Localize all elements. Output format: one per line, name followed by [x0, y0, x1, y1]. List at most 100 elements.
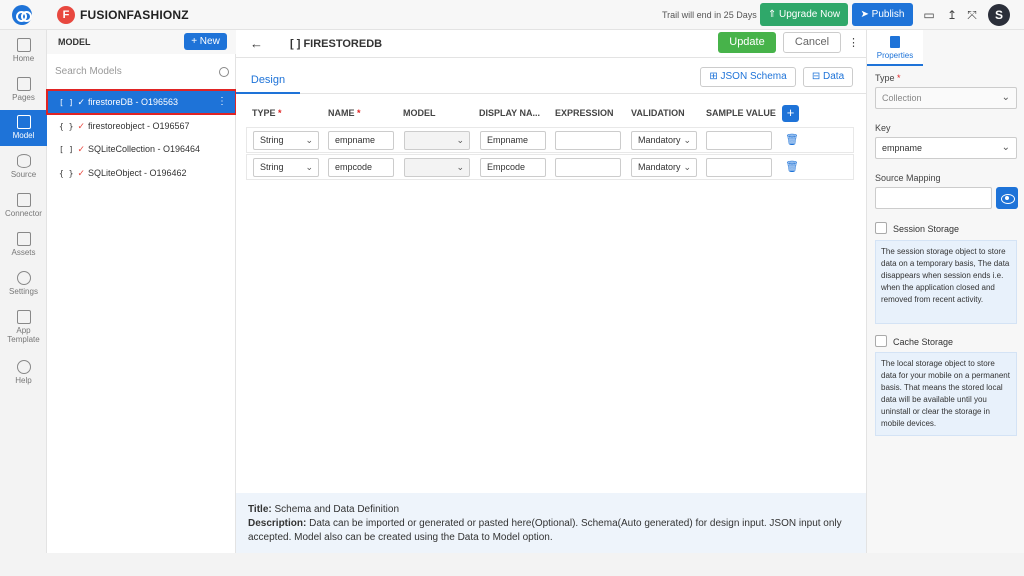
search-models-input[interactable]: Search Models — [55, 66, 229, 77]
new-model-button[interactable]: + New — [184, 33, 227, 50]
name-input[interactable]: empcode — [328, 158, 394, 177]
help-icon — [16, 360, 31, 374]
brand-badge: F — [57, 6, 75, 24]
settings-icon — [16, 271, 31, 285]
key-select[interactable]: empname ⌄ — [875, 137, 1017, 159]
model-icon — [16, 115, 31, 129]
more-options-icon[interactable]: ⋮ — [217, 91, 227, 113]
info-box: Title: Schema and Data Definition Descri… — [236, 493, 866, 553]
column-header-type: TYPE * — [252, 108, 282, 118]
expression-input[interactable] — [555, 131, 621, 150]
nav-item-home[interactable]: Home — [0, 38, 47, 68]
brand-name: FUSIONFASHIONZ — [80, 8, 189, 22]
chevron-down-icon: ⌄ — [305, 135, 313, 145]
app-logo-icon[interactable] — [12, 5, 32, 25]
nav-item-app-template[interactable]: App Template — [0, 310, 47, 350]
name-input[interactable]: empname — [328, 131, 394, 150]
model-select[interactable]: ⌄ — [404, 131, 470, 150]
cancel-button[interactable]: Cancel — [783, 32, 841, 53]
column-header-validation: VALIDATION — [631, 108, 685, 118]
model-item-label: firestoreobject - O196567 — [88, 121, 190, 131]
nav-label-source: Source — [10, 170, 37, 179]
nav-item-connector[interactable]: Connector — [0, 193, 47, 223]
object-icon: { } — [59, 169, 74, 178]
update-button[interactable]: Update — [718, 32, 776, 53]
delete-icon[interactable]: 🗑 — [785, 133, 799, 146]
model-item-firestoreobject[interactable]: { } ✓ firestoreobject - O196567 — [48, 115, 235, 137]
eye-icon[interactable] — [996, 187, 1018, 209]
chevron-down-icon: ⌄ — [683, 162, 691, 172]
check-icon: ✓ — [77, 168, 85, 178]
type-select[interactable]: Collection ⌄ — [875, 87, 1017, 109]
assets-icon — [16, 232, 31, 246]
back-arrow-icon[interactable]: ← — [250, 36, 263, 51]
model-item-label: SQLiteCollection - O196464 — [88, 144, 201, 154]
object-icon: { } — [59, 122, 74, 131]
type-select[interactable]: String ⌄ — [253, 158, 319, 177]
publish-button[interactable]: ➤ Publish — [852, 3, 913, 26]
model-select[interactable]: ⌄ — [404, 158, 470, 177]
editor-header: ← [ ] FIRESTOREDB Update Cancel ⋮ — [236, 30, 866, 58]
cache-storage-checkbox[interactable] — [875, 335, 887, 347]
source-mapping-input[interactable] — [875, 187, 992, 209]
expression-input[interactable] — [555, 158, 621, 177]
nav-label-home: Home — [12, 54, 35, 63]
chevron-down-icon: ⌄ — [305, 162, 313, 172]
nav-item-model[interactable]: Model — [0, 110, 47, 146]
collection-icon: [ ] — [59, 98, 74, 107]
upgrade-now-button[interactable]: ⇑ Upgrade Now — [760, 3, 848, 26]
share-icon[interactable]: ↥ — [945, 8, 959, 22]
more-options-icon[interactable]: ⋮ — [848, 36, 859, 49]
session-storage-checkbox[interactable] — [875, 222, 887, 234]
nav-label-settings: Settings — [9, 287, 38, 296]
source-mapping-label: Source Mapping — [875, 173, 941, 183]
validation-select[interactable]: Mandatory ⌄ — [631, 158, 697, 177]
comment-icon[interactable]: ▭ — [922, 8, 936, 22]
json-schema-button[interactable]: ⊞ JSON Schema — [700, 67, 796, 87]
column-header-sample-value: SAMPLE VALUE — [706, 108, 776, 118]
model-item-sqlitecollection[interactable]: [ ] ✓ SQLiteCollection - O196464 — [48, 138, 235, 160]
cache-storage-note: The local storage object to store data f… — [875, 352, 1017, 436]
nav-item-pages[interactable]: Pages — [0, 77, 47, 107]
delete-icon[interactable]: 🗑 — [785, 160, 799, 173]
type-select[interactable]: String ⌄ — [253, 131, 319, 150]
validation-select[interactable]: Mandatory ⌄ — [631, 131, 697, 150]
display-name-input[interactable]: Empcode — [480, 158, 546, 177]
search-icon[interactable] — [219, 67, 229, 77]
add-field-button[interactable]: + — [782, 105, 799, 122]
nav-label-pages: Pages — [12, 93, 35, 102]
sample-value-input[interactable] — [706, 158, 772, 177]
data-button[interactable]: ⊟ Data — [803, 67, 853, 87]
app-template-icon — [16, 310, 31, 324]
session-storage-label: Session Storage — [893, 224, 960, 234]
properties-panel: Properties Type * Collection ⌄ Key empnam… — [866, 30, 1024, 553]
model-item-sqliteobject[interactable]: { } ✓ SQLiteObject - O196462 — [48, 162, 235, 184]
nav-item-source[interactable]: Source — [0, 154, 47, 184]
model-item-firestoredb[interactable]: [ ] ✓ firestoreDB - O196563 ⋮ — [46, 89, 237, 115]
display-name-input[interactable]: Empname — [480, 131, 546, 150]
left-nav: Home Pages Model Source Connector Assets… — [0, 30, 47, 553]
table-row: String ⌄ empname ⌄ Empname Mandatory ⌄ 🗑 — [246, 127, 854, 153]
column-header-display-name: DISPLAY NA... — [479, 108, 541, 118]
model-panel-title: MODEL — [58, 37, 91, 47]
upgrade-icon: ⇑ — [767, 9, 779, 20]
page-title-text: FIRESTOREDB — [303, 38, 383, 50]
app-root: F FUSIONFASHIONZ Trail will end in 25 Da… — [0, 0, 1024, 576]
nav-item-help[interactable]: Help — [0, 360, 47, 390]
chevron-down-icon: ⌄ — [456, 162, 464, 172]
schema-icon: ⊞ — [709, 71, 721, 82]
user-avatar[interactable]: S — [988, 4, 1010, 26]
tab-properties[interactable]: Properties — [867, 30, 923, 66]
check-icon: ✓ — [77, 97, 85, 107]
properties-icon — [890, 36, 900, 48]
nav-item-assets[interactable]: Assets — [0, 232, 47, 262]
tab-design[interactable]: Design — [236, 66, 300, 94]
trial-notice: Trail will end in 25 Days — [662, 10, 757, 20]
sample-value-input[interactable] — [706, 131, 772, 150]
nav-item-settings[interactable]: Settings — [0, 271, 47, 301]
model-panel-header: MODEL + New — [47, 30, 236, 54]
fullscreen-icon[interactable]: ⤧ — [965, 8, 979, 22]
column-header-name: NAME * — [328, 108, 361, 118]
send-icon: ➤ — [860, 9, 872, 20]
nav-label-connector: Connector — [5, 209, 42, 218]
